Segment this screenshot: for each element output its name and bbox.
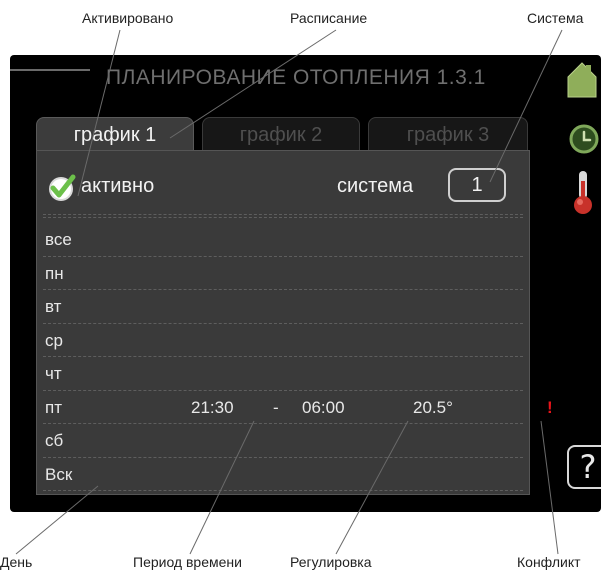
tab-schedule-2[interactable]: график 2 xyxy=(202,117,360,151)
thermometer-icon[interactable] xyxy=(570,169,596,215)
annotation-time-period: Период времени xyxy=(133,554,242,570)
day-row[interactable]: все xyxy=(43,223,521,256)
day-row[interactable]: ср xyxy=(43,324,521,357)
day-label: все xyxy=(45,230,72,249)
day-row[interactable]: вт xyxy=(43,290,521,323)
annotation-system: Система xyxy=(527,10,584,26)
top-divider xyxy=(10,69,90,71)
day-label: Вск xyxy=(45,464,73,484)
divider xyxy=(43,214,523,215)
day-row[interactable]: чт xyxy=(43,357,521,390)
day-row[interactable]: Вск xyxy=(43,458,521,491)
screen-title: ПЛАНИРОВАНИЕ ОТОПЛЕНИЯ 1.3.1 xyxy=(106,66,486,89)
day-label: чт xyxy=(45,364,62,383)
time-end: 06:00 xyxy=(302,397,345,417)
time-start: 21:30 xyxy=(191,397,234,417)
clock-icon[interactable] xyxy=(568,123,600,155)
tab-schedule-3[interactable]: график 3 xyxy=(368,117,528,151)
schedule-panel: активно система 1 все пн вт ср чт пт 21:30 - 06:… xyxy=(36,150,553,495)
annotation-day: День xyxy=(0,554,33,570)
day-label: пт xyxy=(45,397,62,417)
annotation-conflict: Конфликт xyxy=(517,554,581,570)
day-row[interactable]: пт 21:30 - 06:00 20.5°! xyxy=(43,391,553,424)
heating-planning-screen: ПЛАНИРОВАНИЕ ОТОПЛЕНИЯ 1.3.1 график 1 гр… xyxy=(10,55,601,512)
system-selector[interactable]: 1 xyxy=(448,168,506,202)
active-toggle-row[interactable]: активно xyxy=(47,173,155,201)
time-separator: - xyxy=(273,397,279,417)
active-checkbox[interactable] xyxy=(47,173,76,201)
day-row[interactable]: сб xyxy=(43,424,521,457)
help-button[interactable]: ? xyxy=(567,445,601,489)
check-icon xyxy=(49,174,76,201)
divider xyxy=(43,217,523,218)
active-label: активно xyxy=(81,174,155,197)
annotation-adjustment: Регулировка xyxy=(290,554,372,570)
day-row[interactable]: пн xyxy=(43,257,521,290)
system-label: система xyxy=(337,175,414,197)
house-icon[interactable] xyxy=(564,59,600,99)
conflict-indicator: ! xyxy=(547,397,553,417)
day-label: сб xyxy=(45,431,64,450)
temperature-adjustment: 20.5° xyxy=(413,397,453,417)
day-label: вт xyxy=(45,297,62,316)
annotation-schedule: Расписание xyxy=(290,10,368,26)
day-label: ср xyxy=(45,330,63,350)
annotation-activated: Активировано xyxy=(82,10,174,26)
day-label: пн xyxy=(45,263,64,283)
divider xyxy=(43,490,523,491)
tab-schedule-1[interactable]: график 1 xyxy=(36,117,194,151)
